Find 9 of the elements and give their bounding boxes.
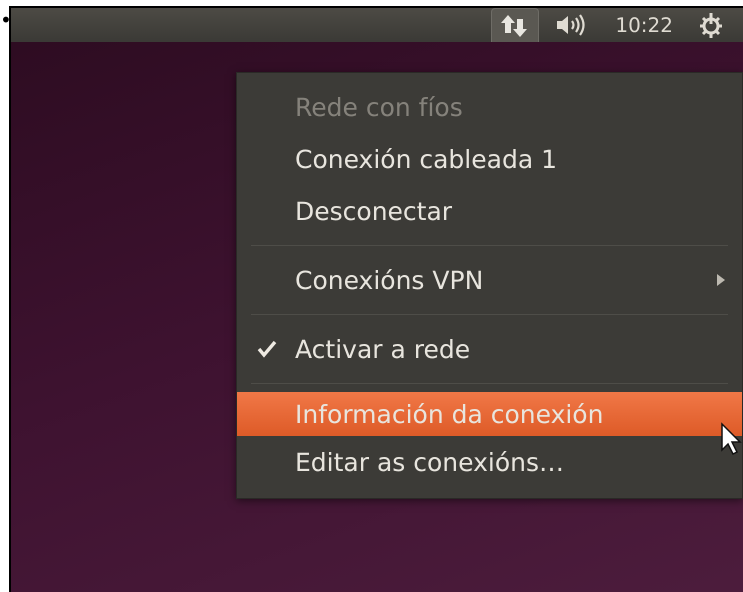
mouse-pointer-icon xyxy=(720,422,742,456)
menu-item[interactable]: Conexión cableada 1 xyxy=(237,133,742,185)
menu-item[interactable]: Desconectar xyxy=(237,185,742,237)
network-indicator[interactable] xyxy=(491,8,540,42)
menu-item[interactable]: Editar as conexións… xyxy=(237,436,742,488)
menu-item[interactable]: Activar a rede xyxy=(237,323,742,375)
clock[interactable]: 10:22 xyxy=(607,8,681,42)
list-bullet: • xyxy=(0,8,12,32)
menu-item[interactable]: Conexións VPN xyxy=(237,254,742,306)
